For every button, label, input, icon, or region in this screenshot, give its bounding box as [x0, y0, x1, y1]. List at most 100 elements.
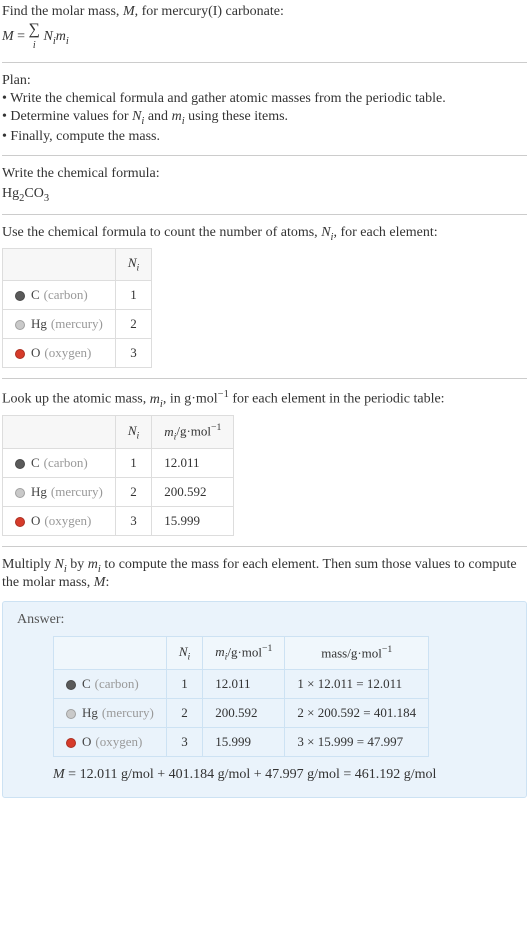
col-mass: mass/g·mol−1 — [285, 637, 429, 670]
answer-box: Answer: Ni mi/g·mol−1 mass/g·mol−1 C (car… — [2, 601, 527, 798]
lookup-table: Ni mi/g·mol−1 C(carbon) 1 12.011 Hg(merc… — [2, 415, 234, 536]
table-header-row: Ni mi/g·mol−1 mass/g·mol−1 — [54, 637, 429, 670]
plan-item-2-and: and — [144, 109, 171, 124]
element-cell: O (oxygen) — [3, 338, 116, 367]
final-eq-text: = 12.011 g/mol + 401.184 g/mol + 47.997 … — [65, 767, 437, 782]
element-n: 3 — [115, 338, 151, 367]
final-M: M — [53, 767, 65, 782]
element-swatch-icon — [66, 738, 76, 748]
multiply-by: by — [67, 557, 88, 572]
table-row: C(carbon) 1 12.011 — [3, 449, 234, 478]
element-cell: Hg (mercury) — [54, 699, 167, 728]
col-blank — [3, 249, 116, 281]
element-sym: Hg — [31, 484, 47, 499]
element-sym: C — [82, 676, 91, 691]
plan-item-3: • Finally, compute the mass. — [2, 129, 527, 145]
multiply-m: mi — [88, 557, 101, 572]
element-sym: O — [82, 734, 91, 749]
lookup-header-exp: −1 — [218, 389, 229, 400]
count-header-pre: Use the chemical formula to count the nu… — [2, 225, 321, 240]
element-n: 3 — [166, 728, 202, 757]
divider — [2, 155, 527, 156]
element-sym: Hg — [82, 705, 98, 720]
element-name: (oxygen) — [44, 513, 91, 528]
element-n: 2 — [166, 699, 202, 728]
element-m: 200.592 — [203, 699, 285, 728]
element-name: (carbon) — [95, 676, 139, 691]
element-n: 1 — [115, 449, 151, 478]
element-name: (carbon) — [44, 287, 88, 302]
element-sym: C — [31, 287, 40, 302]
formula-eq: = — [17, 29, 28, 44]
plan-item-1: • Write the chemical formula and gather … — [2, 91, 527, 107]
table-header-row: Ni — [3, 249, 152, 281]
element-cell: Hg (mercury) — [3, 309, 116, 338]
element-cell: C (carbon) — [3, 280, 116, 309]
lookup-header-post: for each element in the periodic table: — [229, 392, 445, 407]
element-n: 1 — [166, 670, 202, 699]
table-header-row: Ni mi/g·mol−1 — [3, 416, 234, 449]
col-blank — [3, 416, 116, 449]
element-n: 3 — [115, 507, 151, 536]
lookup-section: Look up the atomic mass, mi, in g·mol−1 … — [2, 389, 527, 536]
divider — [2, 378, 527, 379]
plan-header: Plan: — [2, 73, 527, 89]
count-header-N: Ni — [321, 225, 333, 240]
intro-text: Find the molar mass, M, for mercury(I) c… — [2, 4, 527, 20]
element-sym: C — [31, 455, 40, 470]
element-m: 12.011 — [152, 449, 234, 478]
element-swatch-icon — [15, 320, 25, 330]
element-mass: 1 × 12.011 = 12.011 — [285, 670, 429, 699]
element-swatch-icon — [66, 709, 76, 719]
element-m: 15.999 — [203, 728, 285, 757]
table-row: O(oxygen) 3 15.999 — [3, 507, 234, 536]
divider — [2, 62, 527, 63]
col-mi: mi/g·mol−1 — [152, 416, 234, 449]
table-row: C(carbon) 1 12.011 1 × 12.011 = 12.011 — [54, 670, 429, 699]
multiply-text: Multiply Ni by mi to compute the mass fo… — [2, 557, 527, 591]
chemical-formula-section: Write the chemical formula: Hg2CO3 — [2, 166, 527, 204]
lookup-header: Look up the atomic mass, mi, in g·mol−1 … — [2, 389, 527, 409]
intro-line-text: Find the molar mass, M, for mercury(I) c… — [2, 4, 284, 19]
table-row: C (carbon) 1 — [3, 280, 152, 309]
formula-Ni: Nimi — [43, 29, 68, 44]
formula-M: M — [2, 29, 14, 44]
multiply-post: : — [105, 575, 109, 590]
multiply-pre: Multiply — [2, 557, 55, 572]
element-swatch-icon — [15, 488, 25, 498]
count-header: Use the chemical formula to count the nu… — [2, 225, 527, 243]
divider — [2, 546, 527, 547]
element-m: 200.592 — [152, 478, 234, 507]
plan-item-2: • Determine values for Ni and mi using t… — [2, 109, 527, 127]
chem-hg: Hg — [2, 186, 19, 201]
element-name: (mercury) — [51, 316, 103, 331]
plan-item-2-m: mi — [172, 109, 185, 124]
element-mass: 3 × 15.999 = 47.997 — [285, 728, 429, 757]
element-sym: Hg — [31, 316, 47, 331]
col-ni: Ni — [115, 416, 151, 449]
multiply-M: M — [94, 575, 106, 590]
answer-label: Answer: — [17, 612, 512, 628]
multiply-section: Multiply Ni by mi to compute the mass fo… — [2, 557, 527, 591]
lookup-header-m: mi — [150, 392, 163, 407]
element-mass: 2 × 200.592 = 401.184 — [285, 699, 429, 728]
sigma-index: i — [33, 40, 36, 51]
count-header-post: , for each element: — [333, 225, 437, 240]
table-row: Hg(mercury) 2 200.592 — [3, 478, 234, 507]
element-n: 2 — [115, 478, 151, 507]
element-m: 15.999 — [152, 507, 234, 536]
plan-item-2-N: Ni — [132, 109, 144, 124]
col-mi: mi/g·mol−1 — [203, 637, 285, 670]
divider — [2, 214, 527, 215]
count-table: Ni C (carbon) 1 Hg (mercury) 2 O (oxygen) 3 — [2, 248, 152, 368]
element-name: (oxygen) — [44, 345, 91, 360]
col-blank — [54, 637, 167, 670]
element-n: 2 — [115, 309, 151, 338]
element-n: 1 — [115, 280, 151, 309]
element-cell: C(carbon) — [3, 449, 116, 478]
element-sym: O — [31, 345, 40, 360]
chem-formula: Hg2CO3 — [2, 186, 527, 204]
col-ni: Ni — [115, 249, 151, 281]
molar-mass-formula: M = ∑ i Nimi — [2, 22, 527, 52]
element-name: (mercury) — [102, 705, 154, 720]
